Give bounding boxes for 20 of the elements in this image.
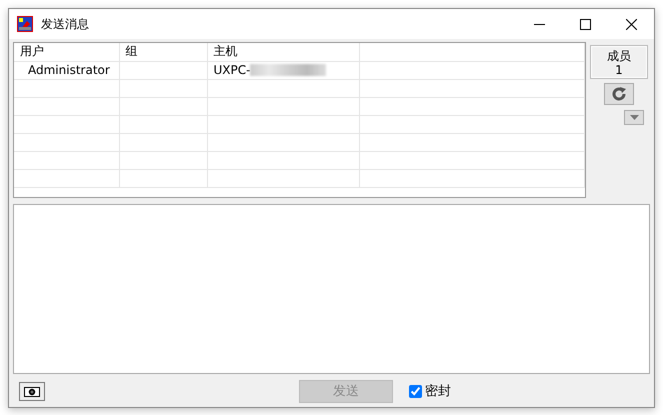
column-header[interactable]: 组 — [126, 44, 138, 58]
message-field[interactable] — [13, 204, 650, 374]
dropdown-button[interactable] — [624, 110, 644, 125]
app-icon — [17, 16, 33, 32]
table-cell: Administrator — [28, 62, 110, 76]
refresh-button[interactable] — [604, 83, 634, 105]
seal-label: 密封 — [425, 382, 451, 401]
close-icon — [626, 18, 636, 30]
column-header[interactable]: 主机 — [214, 44, 238, 58]
maximize-icon — [580, 18, 590, 30]
caret-icon — [630, 115, 638, 120]
seal-checkbox[interactable] — [409, 385, 422, 398]
camera-icon — [24, 386, 40, 396]
table-cell: UXPC- — [214, 62, 250, 76]
refresh-icon — [611, 86, 627, 102]
member-count: 1 — [614, 63, 624, 77]
column-header[interactable]: 用户 — [20, 44, 44, 58]
member-label: 成员 — [606, 49, 632, 63]
screenshot-button[interactable] — [19, 382, 45, 401]
window-title: 发送消息 — [41, 16, 89, 33]
